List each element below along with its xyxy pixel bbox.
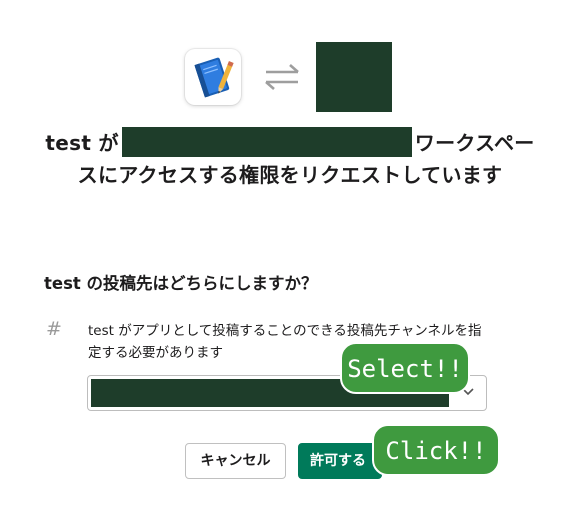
page-title: test がワークスペースにアクセスする権限をリクエストしています (40, 127, 540, 191)
workspace-icon (316, 42, 392, 112)
app-icon (185, 49, 241, 105)
exchange-arrows-icon (263, 62, 301, 92)
allow-button[interactable]: 許可する (298, 443, 382, 479)
select-callout: Select!! (340, 342, 470, 394)
notebook-pencil-icon (194, 57, 234, 98)
workspace-name-redacted (121, 127, 412, 157)
hash-icon: # (46, 318, 62, 340)
cancel-button[interactable]: キャンセル (185, 443, 286, 479)
click-callout: Click!! (372, 424, 500, 476)
title-part-app: test が (45, 131, 119, 155)
post-destination-question: test の投稿先はどちらにしますか？ (44, 274, 318, 293)
